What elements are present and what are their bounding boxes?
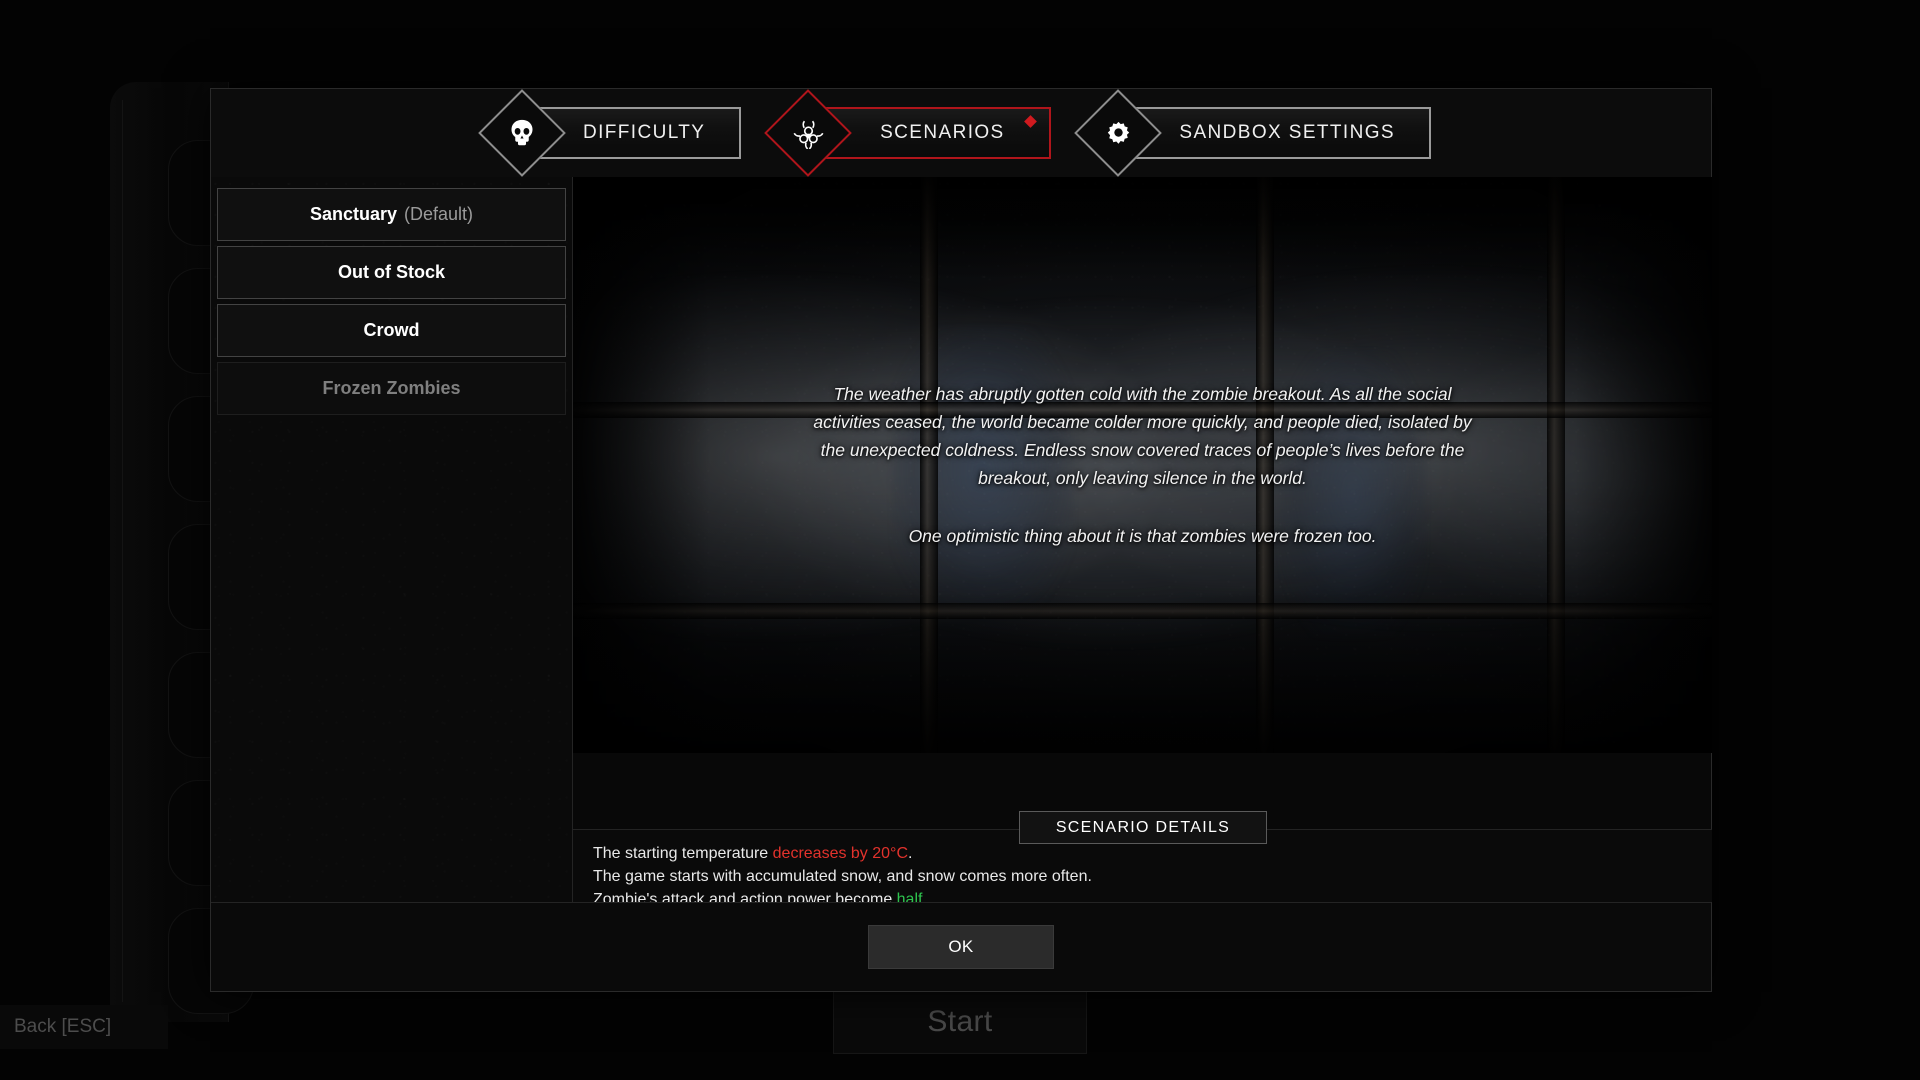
scenario-list: Sanctuary (Default) Out of Stock Crowd F… [211, 177, 573, 902]
scenario-item-suffix: (Default) [404, 204, 474, 224]
scenario-details-header: SCENARIO DETAILS [1019, 811, 1267, 844]
tab-sandbox-label: SANDBOX SETTINGS [1179, 122, 1395, 143]
tab-difficulty-label: DIFFICULTY [583, 122, 706, 143]
scenario-item-label: Out of Stock [338, 262, 445, 282]
scenario-item-label: Crowd [363, 320, 420, 340]
detail-text: The starting temperature [593, 845, 773, 862]
tab-difficulty-plate[interactable]: DIFFICULTY [539, 107, 742, 159]
scenario-item-crowd[interactable]: Crowd [217, 304, 566, 357]
tab-scenarios-plate[interactable]: SCENARIOS [825, 107, 1052, 159]
scenario-item-frozen-zombies[interactable]: Frozen Zombies [217, 362, 566, 415]
gear-icon [1074, 89, 1163, 177]
scenario-item-out-of-stock[interactable]: Out of Stock [217, 246, 566, 299]
tab-difficulty[interactable]: DIFFICULTY [478, 89, 742, 177]
scenario-item-sanctuary[interactable]: Sanctuary (Default) [217, 188, 566, 241]
ok-button[interactable]: OK [868, 925, 1054, 969]
scenario-selection-dialog: DIFFICULTY SCENARIOS SANDBOX SETTINGS Sa… [210, 88, 1712, 992]
start-button[interactable]: Start [833, 990, 1087, 1054]
dialog-footer: OK [211, 902, 1711, 991]
scenario-item-label: Sanctuary [309, 204, 397, 224]
back-button[interactable]: Back [ESC] [0, 1005, 168, 1049]
game-screen: Start Back [ESC] DIFFICULTY SCENARIOS SA… [0, 0, 1920, 1080]
scenario-item-label: Frozen Zombies [322, 378, 461, 398]
detail-highlight-red: decreases by 20°C [772, 845, 908, 862]
scenario-detail-panel: The weather has abruptly gotten cold wit… [573, 177, 1712, 908]
tab-scenarios[interactable]: SCENARIOS [764, 89, 1052, 177]
preview-vignette [573, 177, 1712, 753]
dialog-body: Sanctuary (Default) Out of Stock Crowd F… [211, 177, 1712, 908]
new-marker-icon [1024, 115, 1038, 128]
tab-sandbox-plate[interactable]: SANDBOX SETTINGS [1135, 107, 1431, 159]
tab-sandbox-settings[interactable]: SANDBOX SETTINGS [1074, 89, 1431, 177]
detail-line-temperature: The starting temperature decreases by 20… [593, 844, 1712, 864]
scenario-preview-image [573, 177, 1712, 753]
tab-scenarios-label: SCENARIOS [880, 122, 1005, 143]
biohazard-icon [764, 89, 853, 177]
skull-icon [478, 89, 566, 177]
detail-line-snow: The game starts with accumulated snow, a… [593, 868, 1092, 885]
detail-text: . [908, 845, 913, 862]
tab-bar: DIFFICULTY SCENARIOS SANDBOX SETTINGS [211, 89, 1711, 178]
